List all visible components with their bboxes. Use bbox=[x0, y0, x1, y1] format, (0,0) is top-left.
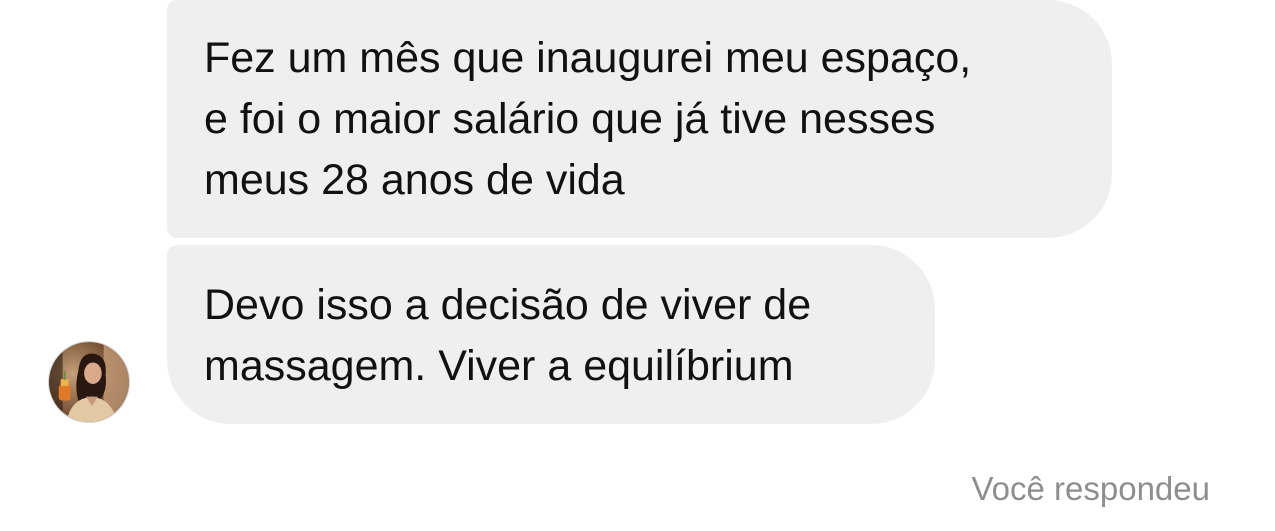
message-bubble[interactable]: Devo isso a decisão de viver de massagem… bbox=[167, 245, 935, 424]
message-bubble[interactable]: Fez um mês que inaugurei meu espaço, e f… bbox=[167, 0, 1112, 238]
profile-photo-icon bbox=[49, 342, 129, 422]
message-text-line: e foi o maior salário que já tive nesses bbox=[204, 95, 936, 143]
message-text-line: meus 28 anos de vida bbox=[204, 156, 625, 204]
message-text-line: Fez um mês que inaugurei meu espaço, bbox=[204, 34, 972, 82]
message-text-line: Devo isso a decisão de viver de bbox=[204, 281, 812, 329]
message-text-line: massagem. Viver a equilíbrium bbox=[204, 342, 794, 390]
sender-avatar[interactable] bbox=[48, 341, 130, 423]
reply-status-label: Você respondeu bbox=[971, 470, 1210, 507]
